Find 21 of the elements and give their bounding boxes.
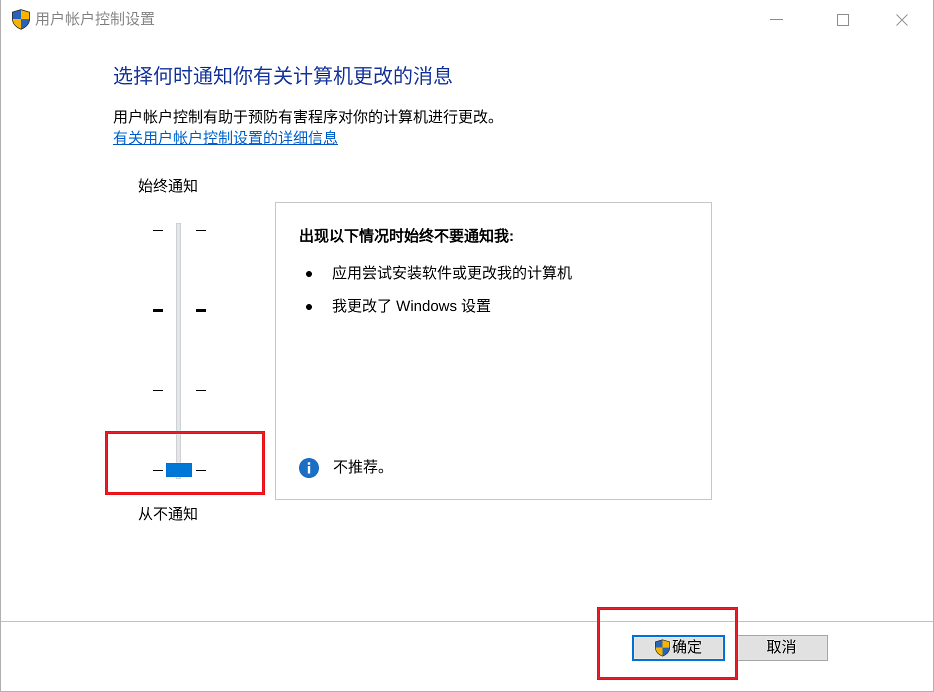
minimize-icon — [770, 19, 782, 20]
info-icon — [299, 458, 319, 478]
close-icon — [896, 14, 908, 26]
bullet-icon — [306, 304, 312, 310]
details-link[interactable]: 有关用户帐户控制设置的详细信息 — [113, 130, 338, 147]
maximize-icon — [837, 14, 849, 26]
cancel-button[interactable]: 取消 — [735, 635, 828, 661]
shield-icon — [12, 9, 30, 30]
list-item-text: 我更改了 Windows 设置 — [332, 296, 492, 316]
list-item-text: 应用尝试安装软件或更改我的计算机 — [332, 264, 572, 284]
note-text: 不推荐。 — [333, 458, 393, 478]
dialog-heading: 选择何时通知你有关计算机更改的消息 — [113, 65, 454, 90]
ok-button[interactable]: 确定 — [632, 635, 725, 661]
description-text: 用户帐户控制有助于预防有害程序对你的计算机进行更改。 — [113, 108, 504, 128]
window-title: 用户帐户控制设置 — [35, 10, 155, 30]
slider-track[interactable] — [176, 222, 181, 478]
slider-top-label: 始终通知 — [138, 176, 199, 196]
slider-thumb[interactable] — [166, 462, 192, 476]
bullet-icon — [306, 270, 312, 276]
panel-heading: 出现以下情况时始终不要通知我: — [299, 226, 515, 246]
slider-bottom-label: 从不通知 — [138, 504, 199, 524]
